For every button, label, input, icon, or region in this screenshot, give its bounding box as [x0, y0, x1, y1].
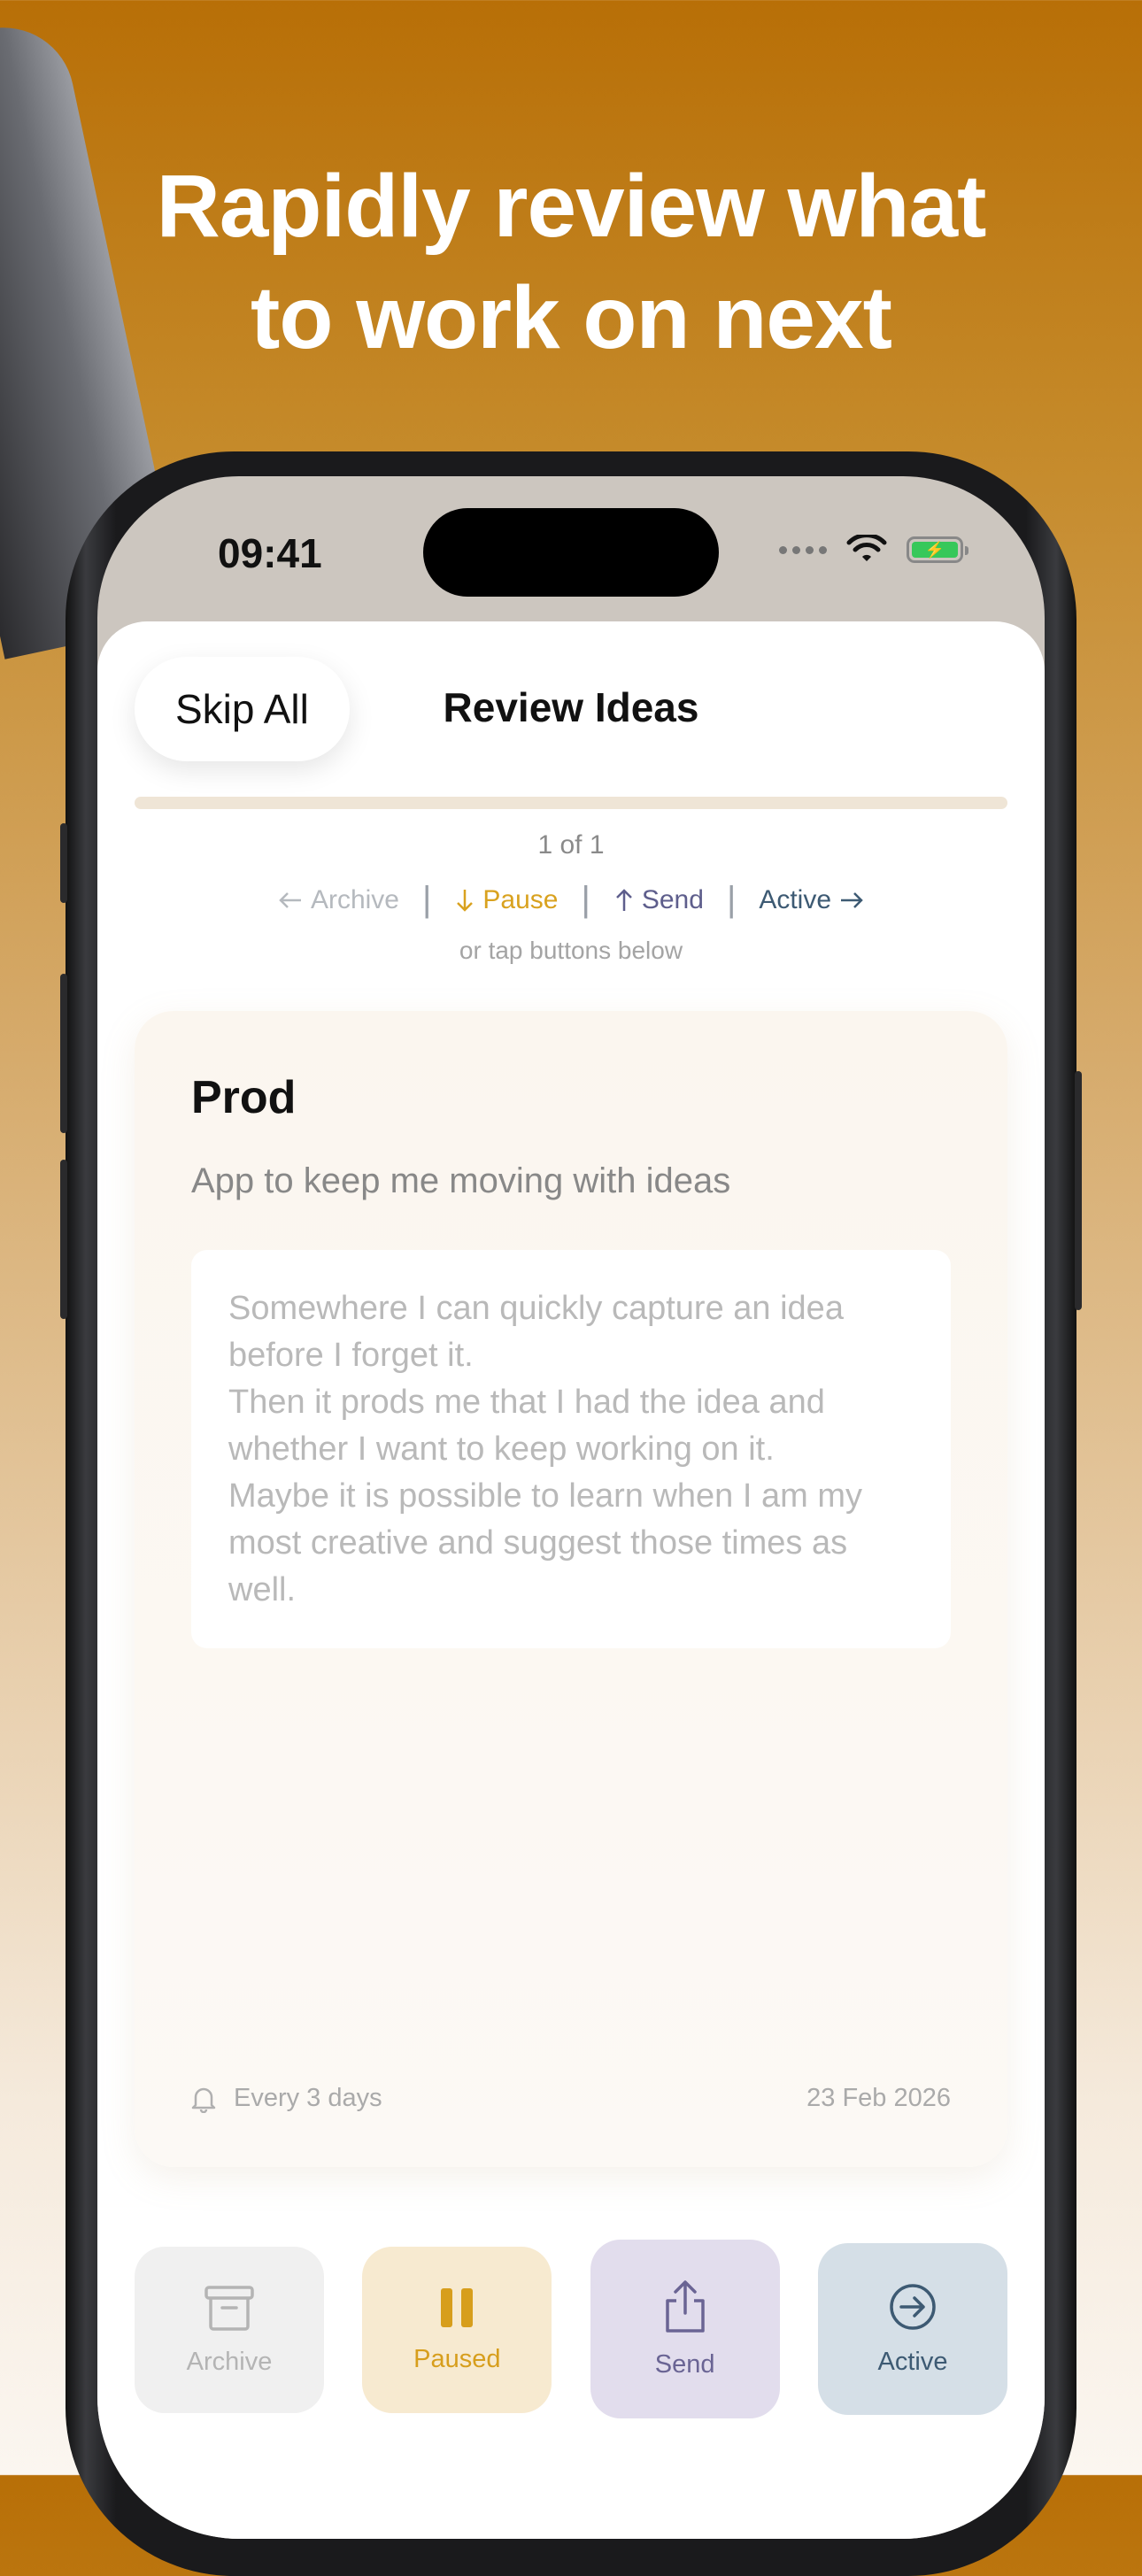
hint-send-label: Send [641, 884, 704, 914]
archive-button[interactable]: Archive [135, 2247, 324, 2413]
hint-divider: | [726, 880, 737, 919]
reminder-frequency: Every 3 days [234, 2084, 382, 2112]
idea-date: 23 Feb 2026 [806, 2084, 951, 2112]
bell-icon [191, 2087, 216, 2113]
idea-card-footer: Every 3 days 23 Feb 2026 [191, 2084, 951, 2113]
review-progress-bar [135, 797, 1007, 809]
signal-icon [779, 545, 827, 554]
arrow-right-circle-icon [890, 2283, 936, 2330]
status-time: 09:41 [218, 530, 322, 576]
phone-screen: 09:41 ⚡ Skip All Review Ideas 1 of 1 Arc… [97, 476, 1045, 2539]
paused-button[interactable]: Paused [362, 2247, 552, 2413]
hint-active-label: Active [759, 884, 832, 914]
volume-down-button [60, 1160, 67, 1319]
hint-active: Active [759, 885, 865, 915]
battery-icon: ⚡ [907, 536, 968, 563]
send-button[interactable]: Send [590, 2240, 780, 2418]
archive-button-label: Archive [186, 2347, 273, 2376]
idea-note-line: Somewhere I can quickly capture an idea … [228, 1290, 844, 1374]
hint-send: Send [613, 885, 704, 915]
send-button-label: Send [654, 2349, 715, 2379]
action-bar: Archive Paused Send Active [135, 2240, 1007, 2418]
hint-divider: | [581, 880, 590, 919]
arrow-right-icon [841, 891, 863, 908]
status-icons: ⚡ [779, 535, 968, 565]
page-title: Review Ideas [443, 684, 699, 730]
idea-card[interactable]: Prod App to keep me moving with ideas So… [135, 1011, 1007, 2167]
review-sheet: Skip All Review Ideas 1 of 1 Archive | P… [97, 621, 1045, 2539]
pause-icon [441, 2287, 474, 2327]
arrow-up-icon [615, 888, 632, 911]
idea-note-line: Then it prods me that I had the idea and… [228, 1384, 825, 1468]
mute-switch [60, 823, 67, 903]
swipe-hints: Archive | Pause | Send | Active [97, 880, 1045, 920]
idea-notes: Somewhere I can quickly capture an idea … [191, 1250, 951, 1648]
hint-divider: | [422, 880, 432, 919]
power-button [1075, 1071, 1082, 1310]
tap-buttons-hint: or tap buttons below [459, 937, 683, 964]
hint-archive-label: Archive [310, 884, 399, 914]
headline: Rapidly review what to work on next [0, 150, 1142, 374]
headline-line-2: to work on next [251, 268, 892, 367]
active-button[interactable]: Active [817, 2243, 1007, 2415]
volume-up-button [60, 974, 67, 1133]
idea-note-line: Maybe it is possible to learn when I am … [228, 1477, 862, 1608]
headline-line-1: Rapidly review what [156, 157, 987, 256]
hint-pause: Pause [454, 885, 558, 915]
arrow-down-icon [457, 889, 474, 912]
idea-title: Prod [191, 1072, 297, 1123]
paused-button-label: Paused [413, 2344, 501, 2373]
hint-pause-label: Pause [482, 884, 559, 914]
battery-charging-icon: ⚡ [912, 542, 958, 558]
dynamic-island [423, 508, 719, 597]
hint-archive: Archive [277, 885, 399, 915]
arrow-left-icon [279, 891, 301, 908]
active-button-label: Active [877, 2347, 948, 2376]
archive-box-icon [204, 2285, 254, 2331]
wifi-icon [846, 535, 887, 561]
review-counter: 1 of 1 [537, 830, 605, 860]
idea-subtitle: App to keep me moving with ideas [191, 1161, 731, 1200]
share-icon [665, 2279, 705, 2333]
reminder-info: Every 3 days [191, 2084, 382, 2113]
